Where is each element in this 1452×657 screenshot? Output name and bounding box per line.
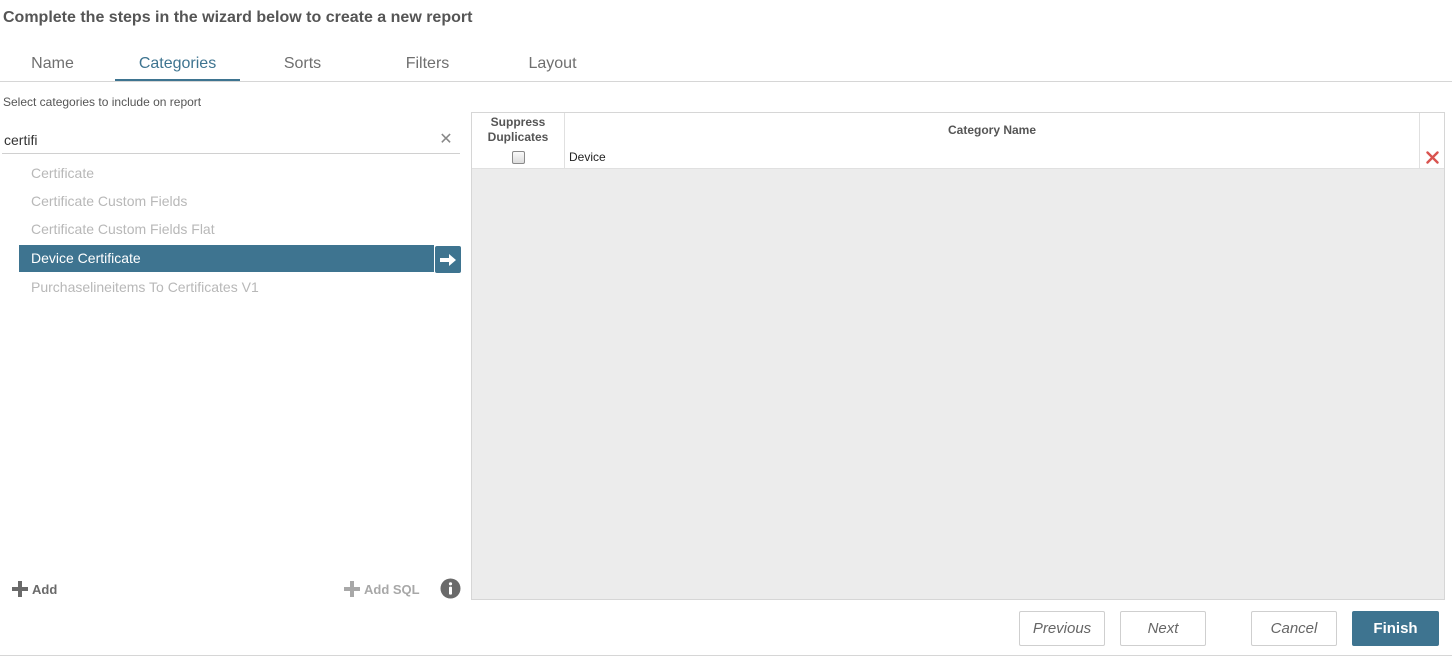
wizard-tabs: Name Categories Sorts Filters Layout xyxy=(0,48,1452,82)
column-header-category-name: Category Name xyxy=(565,113,1420,147)
divider xyxy=(0,655,1452,656)
tab-layout[interactable]: Layout xyxy=(490,48,615,79)
arrow-right-icon xyxy=(440,253,456,266)
search-input[interactable] xyxy=(4,130,424,150)
suppress-duplicates-checkbox[interactable] xyxy=(511,151,525,164)
list-item[interactable]: Certificate Custom Fields xyxy=(19,188,461,216)
add-button-label: Add xyxy=(32,581,58,597)
delete-row-button[interactable] xyxy=(1420,147,1444,168)
list-item[interactable]: Certificate xyxy=(19,160,461,188)
info-icon xyxy=(440,578,461,599)
close-icon[interactable]: ✕ xyxy=(438,130,454,150)
tab-filters[interactable]: Filters xyxy=(365,48,490,79)
add-category-button[interactable] xyxy=(435,246,461,273)
wizard-footer: Previous Next Cancel Finish xyxy=(0,611,1452,646)
instructions-text: Select categories to include on report xyxy=(3,95,202,109)
selected-categories-grid: Suppress Duplicates Category Name Device xyxy=(471,112,1445,600)
grid-header: Suppress Duplicates Category Name xyxy=(472,113,1444,148)
column-header-suppress-duplicates: Suppress Duplicates xyxy=(472,113,565,147)
add-sql-button[interactable]: Add SQL xyxy=(343,580,420,598)
previous-button[interactable]: Previous xyxy=(1019,611,1105,646)
add-button[interactable]: Add xyxy=(11,580,57,598)
category-search: ✕ xyxy=(2,128,460,154)
report-wizard: Complete the steps in the wizard below t… xyxy=(0,0,1452,657)
info-button[interactable] xyxy=(440,578,461,599)
suppress-header-line2: Duplicates xyxy=(487,130,549,144)
next-button[interactable]: Next xyxy=(1120,611,1206,646)
list-item-selected[interactable]: Device Certificate xyxy=(19,245,434,272)
list-item[interactable]: Purchaselineitems To Certificates V1 xyxy=(19,274,461,302)
list-item[interactable]: Certificate Custom Fields Flat xyxy=(19,216,461,244)
finish-button[interactable]: Finish xyxy=(1352,611,1439,646)
table-row: Device xyxy=(472,147,1444,169)
category-name-cell: Device xyxy=(565,147,1420,168)
cancel-button[interactable]: Cancel xyxy=(1251,611,1337,646)
add-sql-button-label: Add SQL xyxy=(364,581,420,597)
category-list: Certificate Certificate Custom Fields Ce… xyxy=(19,160,461,302)
plus-icon xyxy=(12,581,28,597)
suppress-duplicates-cell xyxy=(472,147,565,168)
tab-sorts[interactable]: Sorts xyxy=(240,48,365,79)
delete-x-icon xyxy=(1425,151,1439,164)
suppress-header-line1: Suppress xyxy=(490,115,546,129)
tab-categories[interactable]: Categories xyxy=(115,48,240,81)
plus-icon xyxy=(344,581,360,597)
tab-name[interactable]: Name xyxy=(0,48,115,79)
wizard-title: Complete the steps in the wizard below t… xyxy=(3,9,473,26)
column-header-actions xyxy=(1420,113,1444,147)
selected-item-row: Device Certificate xyxy=(19,245,461,274)
left-panel-footer: Add Add SQL xyxy=(0,576,470,602)
